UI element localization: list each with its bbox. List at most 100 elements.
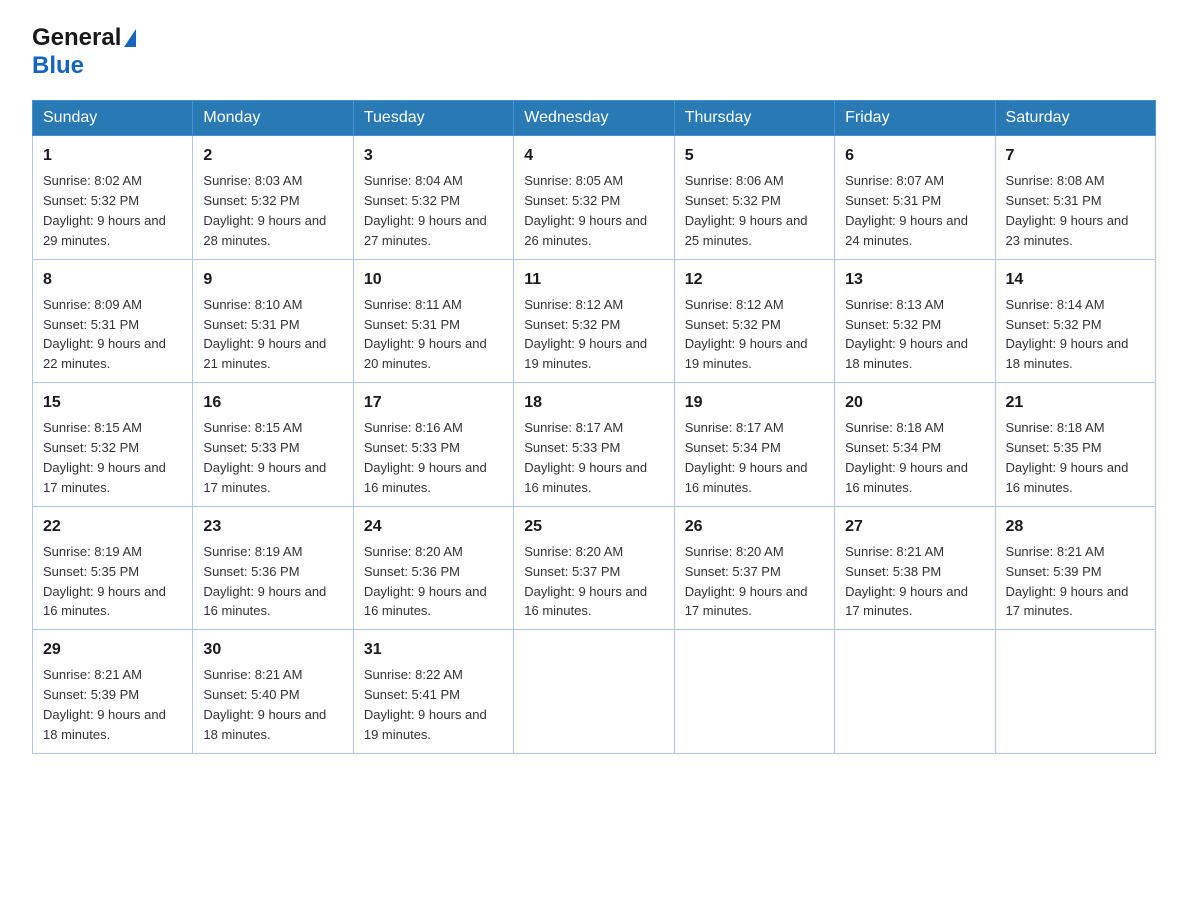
- day-info: Sunrise: 8:06 AMSunset: 5:32 PMDaylight:…: [685, 173, 808, 248]
- day-number: 19: [685, 391, 824, 414]
- week-row-3: 15 Sunrise: 8:15 AMSunset: 5:32 PMDayligh…: [33, 383, 1156, 507]
- day-number: 20: [845, 391, 984, 414]
- calendar-cell: 24 Sunrise: 8:20 AMSunset: 5:36 PMDayligh…: [353, 506, 513, 630]
- day-info: Sunrise: 8:19 AMSunset: 5:35 PMDaylight:…: [43, 544, 166, 619]
- calendar-cell: 1 Sunrise: 8:02 AMSunset: 5:32 PMDaylight…: [33, 136, 193, 260]
- day-number: 11: [524, 268, 663, 291]
- day-info: Sunrise: 8:10 AMSunset: 5:31 PMDaylight:…: [203, 297, 326, 372]
- day-number: 7: [1006, 144, 1145, 167]
- week-row-1: 1 Sunrise: 8:02 AMSunset: 5:32 PMDaylight…: [33, 136, 1156, 260]
- day-info: Sunrise: 8:15 AMSunset: 5:32 PMDaylight:…: [43, 420, 166, 495]
- calendar-cell: 23Sunrise: 8:19 AMSunset: 5:36 PMDayligh…: [193, 506, 353, 630]
- day-number: 17: [364, 391, 503, 414]
- day-number: 10: [364, 268, 503, 291]
- day-number: 23: [203, 515, 342, 538]
- calendar-cell: 19 Sunrise: 8:17 AMSunset: 5:34 PMDayligh…: [674, 383, 834, 507]
- calendar-cell: 30 Sunrise: 8:21 AMSunset: 5:40 PMDayligh…: [193, 630, 353, 754]
- calendar-cell: 28 Sunrise: 8:21 AMSunset: 5:39 PMDayligh…: [995, 506, 1155, 630]
- day-info: Sunrise: 8:02 AMSunset: 5:32 PMDaylight:…: [43, 173, 166, 248]
- day-number: 25: [524, 515, 663, 538]
- day-info: Sunrise: 8:12 AMSunset: 5:32 PMDaylight:…: [685, 297, 808, 372]
- day-number: 15: [43, 391, 182, 414]
- calendar-cell: 14 Sunrise: 8:14 AMSunset: 5:32 PMDayligh…: [995, 259, 1155, 383]
- day-info: Sunrise: 8:21 AMSunset: 5:38 PMDaylight:…: [845, 544, 968, 619]
- day-header-sunday: Sunday: [33, 101, 193, 136]
- day-info: Sunrise: 8:13 AMSunset: 5:32 PMDaylight:…: [845, 297, 968, 372]
- calendar-cell: [674, 630, 834, 754]
- day-header-monday: Monday: [193, 101, 353, 136]
- day-header-wednesday: Wednesday: [514, 101, 674, 136]
- calendar-cell: 4 Sunrise: 8:05 AMSunset: 5:32 PMDaylight…: [514, 136, 674, 260]
- day-number: 12: [685, 268, 824, 291]
- calendar-cell: 9Sunrise: 8:10 AMSunset: 5:31 PMDaylight…: [193, 259, 353, 383]
- day-number: 30: [203, 638, 342, 661]
- day-info: Sunrise: 8:18 AMSunset: 5:34 PMDaylight:…: [845, 420, 968, 495]
- week-row-2: 8Sunrise: 8:09 AMSunset: 5:31 PMDaylight…: [33, 259, 1156, 383]
- day-info: Sunrise: 8:21 AMSunset: 5:40 PMDaylight:…: [203, 667, 326, 742]
- calendar-cell: 11 Sunrise: 8:12 AMSunset: 5:32 PMDayligh…: [514, 259, 674, 383]
- day-number: 21: [1006, 391, 1145, 414]
- header: General Blue: [32, 24, 1156, 80]
- day-info: Sunrise: 8:21 AMSunset: 5:39 PMDaylight:…: [1006, 544, 1129, 619]
- day-info: Sunrise: 8:03 AMSunset: 5:32 PMDaylight:…: [203, 173, 326, 248]
- logo-blue: Blue: [32, 52, 84, 79]
- day-number: 31: [364, 638, 503, 661]
- day-info: Sunrise: 8:05 AMSunset: 5:32 PMDaylight:…: [524, 173, 647, 248]
- calendar-cell: 13 Sunrise: 8:13 AMSunset: 5:32 PMDayligh…: [835, 259, 995, 383]
- day-number: 1: [43, 144, 182, 167]
- day-header-tuesday: Tuesday: [353, 101, 513, 136]
- logo-triangle-icon: [124, 29, 136, 47]
- calendar-cell: 15 Sunrise: 8:15 AMSunset: 5:32 PMDayligh…: [33, 383, 193, 507]
- day-info: Sunrise: 8:22 AMSunset: 5:41 PMDaylight:…: [364, 667, 487, 742]
- day-header-thursday: Thursday: [674, 101, 834, 136]
- calendar-cell: 25 Sunrise: 8:20 AMSunset: 5:37 PMDayligh…: [514, 506, 674, 630]
- calendar-cell: 26Sunrise: 8:20 AMSunset: 5:37 PMDayligh…: [674, 506, 834, 630]
- calendar-cell: 2Sunrise: 8:03 AMSunset: 5:32 PMDaylight…: [193, 136, 353, 260]
- day-info: Sunrise: 8:18 AMSunset: 5:35 PMDaylight:…: [1006, 420, 1129, 495]
- calendar-cell: 3Sunrise: 8:04 AMSunset: 5:32 PMDaylight…: [353, 136, 513, 260]
- day-info: Sunrise: 8:20 AMSunset: 5:37 PMDaylight:…: [524, 544, 647, 619]
- day-number: 3: [364, 144, 503, 167]
- day-info: Sunrise: 8:16 AMSunset: 5:33 PMDaylight:…: [364, 420, 487, 495]
- day-info: Sunrise: 8:14 AMSunset: 5:32 PMDaylight:…: [1006, 297, 1129, 372]
- day-header-friday: Friday: [835, 101, 995, 136]
- logo-general: General: [32, 24, 121, 52]
- day-number: 22: [43, 515, 182, 538]
- day-header-saturday: Saturday: [995, 101, 1155, 136]
- day-number: 18: [524, 391, 663, 414]
- day-info: Sunrise: 8:12 AMSunset: 5:32 PMDaylight:…: [524, 297, 647, 372]
- calendar-cell: 29Sunrise: 8:21 AMSunset: 5:39 PMDayligh…: [33, 630, 193, 754]
- day-info: Sunrise: 8:21 AMSunset: 5:39 PMDaylight:…: [43, 667, 166, 742]
- calendar-cell: 5 Sunrise: 8:06 AMSunset: 5:32 PMDaylight…: [674, 136, 834, 260]
- day-info: Sunrise: 8:08 AMSunset: 5:31 PMDaylight:…: [1006, 173, 1129, 248]
- calendar-cell: 20 Sunrise: 8:18 AMSunset: 5:34 PMDayligh…: [835, 383, 995, 507]
- calendar-cell: 22 Sunrise: 8:19 AMSunset: 5:35 PMDayligh…: [33, 506, 193, 630]
- day-number: 28: [1006, 515, 1145, 538]
- day-info: Sunrise: 8:20 AMSunset: 5:36 PMDaylight:…: [364, 544, 487, 619]
- logo: General Blue: [32, 24, 136, 80]
- calendar-cell: [514, 630, 674, 754]
- week-row-5: 29Sunrise: 8:21 AMSunset: 5:39 PMDayligh…: [33, 630, 1156, 754]
- calendar-cell: [995, 630, 1155, 754]
- day-info: Sunrise: 8:17 AMSunset: 5:34 PMDaylight:…: [685, 420, 808, 495]
- calendar-cell: 7 Sunrise: 8:08 AMSunset: 5:31 PMDaylight…: [995, 136, 1155, 260]
- calendar-cell: 8Sunrise: 8:09 AMSunset: 5:31 PMDaylight…: [33, 259, 193, 383]
- day-info: Sunrise: 8:11 AMSunset: 5:31 PMDaylight:…: [364, 297, 487, 372]
- calendar-cell: 18Sunrise: 8:17 AMSunset: 5:33 PMDayligh…: [514, 383, 674, 507]
- calendar-cell: 16Sunrise: 8:15 AMSunset: 5:33 PMDayligh…: [193, 383, 353, 507]
- calendar-cell: 6Sunrise: 8:07 AMSunset: 5:31 PMDaylight…: [835, 136, 995, 260]
- day-info: Sunrise: 8:15 AMSunset: 5:33 PMDaylight:…: [203, 420, 326, 495]
- day-number: 4: [524, 144, 663, 167]
- calendar-body: 1 Sunrise: 8:02 AMSunset: 5:32 PMDaylight…: [33, 136, 1156, 754]
- calendar-cell: [835, 630, 995, 754]
- calendar-cell: 17 Sunrise: 8:16 AMSunset: 5:33 PMDayligh…: [353, 383, 513, 507]
- day-number: 13: [845, 268, 984, 291]
- day-number: 5: [685, 144, 824, 167]
- calendar-cell: 31 Sunrise: 8:22 AMSunset: 5:41 PMDayligh…: [353, 630, 513, 754]
- calendar-cell: 10 Sunrise: 8:11 AMSunset: 5:31 PMDayligh…: [353, 259, 513, 383]
- calendar-cell: 27Sunrise: 8:21 AMSunset: 5:38 PMDayligh…: [835, 506, 995, 630]
- calendar-header-row: SundayMondayTuesdayWednesdayThursdayFrid…: [33, 101, 1156, 136]
- day-number: 14: [1006, 268, 1145, 291]
- day-info: Sunrise: 8:07 AMSunset: 5:31 PMDaylight:…: [845, 173, 968, 248]
- day-number: 24: [364, 515, 503, 538]
